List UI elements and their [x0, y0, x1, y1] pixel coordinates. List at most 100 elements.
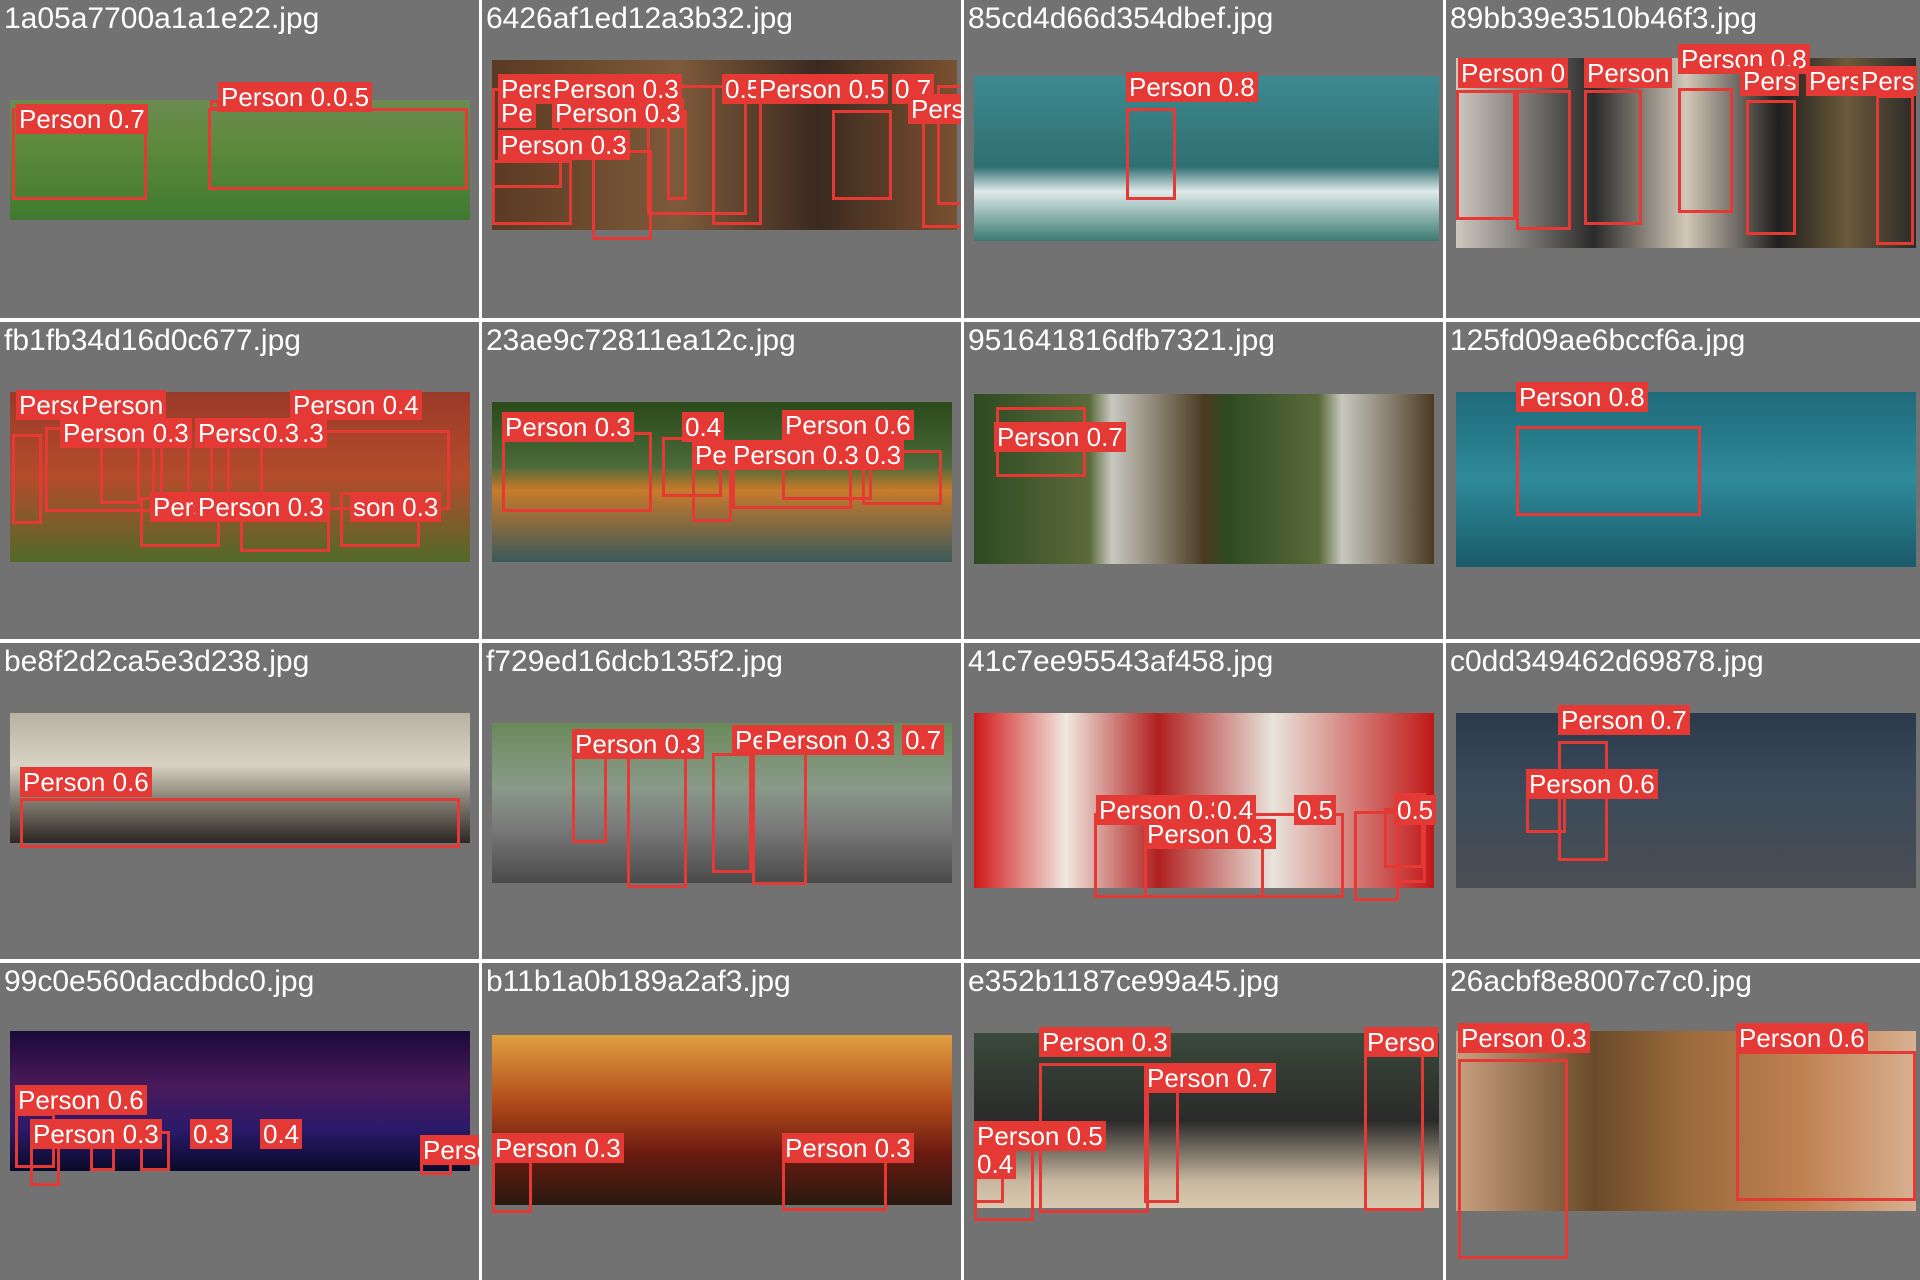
- detection-label: Perso: [1364, 1027, 1438, 1057]
- grid-cell[interactable]: Person 0.8 85cd4d66d354dbef.jpg: [964, 0, 1443, 318]
- grid-cell[interactable]: PersPerson 0.30.5Person 0.50.7Person 0.5…: [482, 0, 961, 318]
- detection-label: Person 0.3: [572, 729, 704, 759]
- detection-label: Person 0.3: [730, 440, 862, 470]
- detection-label: 0.5: [330, 82, 373, 112]
- detection-label: Person 0.3: [30, 1119, 162, 1149]
- filename-label: 951641816dfb7321.jpg: [968, 324, 1275, 357]
- detection-label: Person 0.5: [974, 1121, 1106, 1151]
- detection-label: Pers: [1806, 66, 1866, 96]
- detection-label: Person 0.6: [20, 767, 152, 797]
- detection-label: Person 0.3: [60, 418, 192, 448]
- detection-label: 0.4: [260, 1119, 303, 1149]
- detection-label: Person 0.3: [498, 130, 630, 160]
- detection-label: 0.3: [190, 1119, 233, 1149]
- detection-label: Person 0.4: [290, 390, 422, 420]
- detection-box: [627, 748, 687, 888]
- grid-cell[interactable]: Person 0.3 0.4 0.5 Person 0.3 0.5 41c7ee95543…: [964, 643, 1443, 959]
- grid-cell[interactable]: Person 0.6 be8f2d2ca5e3d238.jpg: [0, 643, 479, 959]
- grid-cell[interactable]: Person 0.7 Person 0.5 0.5 1a05a7700a1a1e22.…: [0, 0, 479, 318]
- detection-label: Pe: [692, 440, 730, 470]
- grid-cell[interactable]: Person 0.3 Pe Person 0.3 0.7 f729ed16dcb135f…: [482, 643, 961, 959]
- detection-label: son 0.3: [350, 492, 442, 522]
- detection-label: Person 0: [1458, 58, 1569, 88]
- detection-label: Pers: [1740, 66, 1800, 96]
- filename-label: be8f2d2ca5e3d238.jpg: [4, 645, 310, 678]
- filename-label: f729ed16dcb135f2.jpg: [486, 645, 783, 678]
- detection-box: [1584, 90, 1642, 225]
- detection-label: Person 0.5: [908, 94, 961, 124]
- detection-label: Person 0.8: [1126, 72, 1258, 102]
- detection-label: 0.5: [1394, 795, 1437, 825]
- detection-label: 0.3: [862, 440, 905, 470]
- detection-label: 0.7: [902, 725, 945, 755]
- detection-label: Person 0.3: [762, 725, 894, 755]
- image-thumbnail: [1456, 713, 1916, 888]
- detection-label: Person 0.3: [782, 1133, 914, 1163]
- grid-cell[interactable]: Person 0.7 951641816dfb7321.jpg: [964, 322, 1443, 639]
- grid-cell[interactable]: Person 0.3 Person 0.7 Person 0.5 0.4 Perso e3…: [964, 963, 1443, 1280]
- filename-label: b11b1a0b189a2af3.jpg: [486, 965, 791, 998]
- filename-label: c0dd349462d69878.jpg: [1450, 645, 1764, 678]
- grid-cell[interactable]: Person 0.8 125fd09ae6bccf6a.jpg: [1446, 322, 1920, 639]
- detection-box: [712, 753, 752, 873]
- detection-box: [502, 432, 652, 512]
- detection-label: Person 0.5: [756, 74, 888, 104]
- filename-label: 1a05a7700a1a1e22.jpg: [4, 2, 320, 35]
- detection-box: [1516, 426, 1701, 516]
- grid-cell[interactable]: Person 0.3 0.4 Person 0.6 Pe Person 0.3 0.3 23…: [482, 322, 961, 639]
- detection-label: Pe: [498, 98, 536, 128]
- grid-cell[interactable]: Person 0.7 Person 0.6 c0dd349462d69878.jpg: [1446, 643, 1920, 959]
- detection-label: 0.4: [974, 1149, 1017, 1179]
- filename-label: 23ae9c72811ea12c.jpg: [486, 324, 796, 357]
- image-grid: Person 0.7 Person 0.5 0.5 1a05a7700a1a1e22.…: [0, 0, 1920, 1280]
- detection-label: Person 0.7: [1558, 705, 1690, 735]
- detection-label: Person 0.3: [552, 98, 684, 128]
- filename-label: 85cd4d66d354dbef.jpg: [968, 2, 1274, 35]
- filename-label: 6426af1ed12a3b32.jpg: [486, 2, 793, 35]
- detection-label: Person 0.3: [492, 1133, 624, 1163]
- detection-box: [1746, 100, 1796, 235]
- grid-cell[interactable]: Person 0.3 Person 0.6 26acbf8e8007c7c0.jpg: [1446, 963, 1920, 1280]
- detection-label: Person: [78, 390, 167, 420]
- grid-cell[interactable]: Person 0 Person Person 0.8 Pers Pers Pers 89bb…: [1446, 0, 1920, 318]
- filename-label: 41c7ee95543af458.jpg: [968, 645, 1274, 678]
- filename-label: e352b1187ce99a45.jpg: [968, 965, 1280, 998]
- detection-box: [592, 150, 652, 240]
- detection-label: Person 0.7: [16, 104, 148, 134]
- detection-label: Person 0.7: [1144, 1063, 1276, 1093]
- detection-box: [20, 798, 460, 848]
- filename-label: 99c0e560dacdbdc0.jpg: [4, 965, 315, 998]
- detection-box: [1126, 108, 1176, 200]
- detection-box: [1144, 1088, 1179, 1203]
- filename-label: fb1fb34d16d0c677.jpg: [4, 324, 301, 357]
- detection-box: [1736, 1051, 1916, 1201]
- detection-label: Perso: [420, 1135, 479, 1165]
- detection-box: [1458, 1059, 1568, 1259]
- detection-box: [12, 434, 42, 524]
- detection-label: Person 0.3: [195, 492, 327, 522]
- detection-label: Pers: [1858, 66, 1918, 96]
- grid-cell[interactable]: Person 0.6 Person 0.3 0.3 0.4 Perso 99c0e560d…: [0, 963, 479, 1280]
- detection-label: Person 0.6: [782, 410, 914, 440]
- detection-box: [752, 735, 807, 885]
- detection-box: [1456, 90, 1516, 220]
- filename-label: 89bb39e3510b46f3.jpg: [1450, 2, 1757, 35]
- detection-label: Person 0.7: [994, 422, 1126, 452]
- filename-label: 26acbf8e8007c7c0.jpg: [1450, 965, 1752, 998]
- detection-label: Person 0.3: [502, 412, 634, 442]
- grid-cell[interactable]: Person 0.3 Person 0.3 b11b1a0b189a2af3.jpg: [482, 963, 961, 1280]
- detection-label: Person 0.6: [15, 1085, 147, 1115]
- detection-label: Person 0.8: [1516, 382, 1648, 412]
- detection-box: [1516, 90, 1571, 230]
- detection-label: Person 0.3: [1039, 1027, 1171, 1057]
- detection-box: [1364, 1051, 1424, 1211]
- detection-box: [832, 110, 892, 200]
- detection-box: [492, 160, 572, 225]
- detection-label: 0.4: [682, 412, 725, 442]
- detection-label: Person: [1584, 58, 1673, 88]
- grid-cell[interactable]: Person 0.4Person 0.3PersonPerson 0.30.3P…: [0, 322, 479, 639]
- detection-label: Person 0.3: [1458, 1023, 1590, 1053]
- detection-label: Person 0.6: [1736, 1023, 1868, 1053]
- detection-label: 0.5: [1294, 795, 1337, 825]
- detection-box: [208, 108, 468, 190]
